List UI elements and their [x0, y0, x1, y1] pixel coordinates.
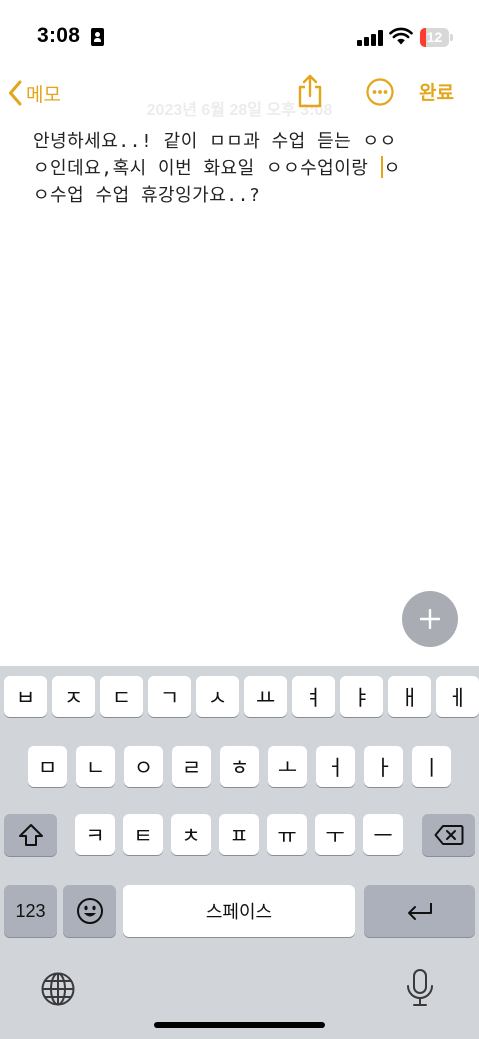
key-label: ㅗ — [277, 755, 298, 780]
key-label: ㅜ — [325, 823, 345, 848]
key-label: ㅎ — [229, 755, 250, 780]
note-text-area[interactable]: 안녕하세요..! 같이 ㅁㅁ과 수업 듣는 ㅇㅇ ㅇ인데요,혹시 이번 화요일 … — [33, 128, 453, 209]
key-5[interactable]: ㅅ — [196, 676, 239, 717]
key-label: ㅁ — [37, 755, 58, 780]
key-4[interactable]: ㄱ — [148, 676, 191, 717]
key-4[interactable]: ㄹ — [172, 746, 211, 787]
key-label: ㅏ — [373, 755, 394, 780]
key-1[interactable]: ㅁ — [28, 746, 67, 787]
key-label: ㅍ — [229, 823, 249, 848]
emoji-icon — [76, 898, 103, 924]
key-label: ㅔ — [447, 685, 468, 710]
emoji-key[interactable] — [63, 885, 116, 937]
key-8[interactable]: ㅑ — [340, 676, 383, 717]
add-button[interactable] — [402, 591, 458, 647]
status-bar: 3:08 12 — [0, 0, 479, 60]
key-1[interactable]: ㅋ — [75, 814, 115, 855]
key-label: ㅛ — [255, 685, 276, 710]
key-4[interactable]: ㅍ — [219, 814, 259, 855]
key-6[interactable]: ㅗ — [268, 746, 307, 787]
battery-indicator: 12 — [420, 28, 454, 47]
return-icon — [407, 903, 432, 920]
key-label: ㄷ — [111, 685, 132, 710]
keyboard: ㅂ ㅈ ㄷ ㄱ ㅅ ㅛ ㅕ ㅑ ㅐ ㅔ ㅁ ㄴ ㅇ ㄹ ㅎ ㅗ ㅓ ㅏ ㅣ ㅋ ㅌ ㅊ ㅍ ㅠ ㅜ ㅡ 123 스페이스 — [0, 666, 479, 1039]
key-7[interactable]: ㅓ — [316, 746, 355, 787]
key-label: ㅈ — [63, 685, 84, 710]
more-icon[interactable] — [366, 78, 394, 106]
text-caret — [380, 156, 383, 178]
key-label: ㅐ — [399, 685, 420, 710]
globe-icon[interactable] — [40, 971, 76, 1007]
key-label: ㅋ — [85, 823, 105, 848]
key-6[interactable]: ㅛ — [244, 676, 287, 717]
key-label: ㅂ — [15, 685, 36, 710]
key-label: ㅕ — [303, 685, 324, 710]
done-button[interactable]: 완료 — [419, 78, 454, 105]
key-10[interactable]: ㅔ — [436, 676, 479, 717]
key-label: ㅌ — [133, 823, 153, 848]
microphone-icon[interactable] — [405, 968, 435, 1008]
key-9[interactable]: ㅐ — [388, 676, 431, 717]
space-key-label: 스페이스 — [205, 902, 273, 922]
delete-icon — [434, 825, 463, 845]
key-7[interactable]: ㅕ — [292, 676, 335, 717]
key-label: ㅓ — [325, 755, 346, 780]
key-label: ㅅ — [207, 685, 228, 710]
key-label: ㅇ — [133, 755, 154, 780]
key-5[interactable]: ㅠ — [267, 814, 307, 855]
shift-icon — [18, 824, 43, 846]
key-2[interactable]: ㅈ — [52, 676, 95, 717]
key-3[interactable]: ㅊ — [171, 814, 211, 855]
key-9[interactable]: ㅣ — [412, 746, 451, 787]
key-label: ㅊ — [181, 823, 201, 848]
numbers-key-label: 123 — [15, 900, 46, 921]
key-label: ㅑ — [351, 685, 372, 710]
key-label: ㄹ — [181, 755, 202, 780]
wifi-icon — [389, 27, 413, 45]
battery-level: 12 — [426, 29, 443, 45]
key-2[interactable]: ㅌ — [123, 814, 163, 855]
share-icon[interactable] — [296, 74, 324, 108]
key-label: ㅠ — [277, 823, 297, 848]
space-key[interactable]: 스페이스 — [123, 885, 355, 937]
delete-key[interactable] — [422, 814, 475, 856]
key-8[interactable]: ㅏ — [364, 746, 403, 787]
return-key[interactable] — [364, 885, 475, 937]
note-line-text: ㅇ — [383, 158, 401, 179]
key-label: ㄴ — [85, 755, 106, 780]
key-label: ㄱ — [159, 685, 180, 710]
numbers-key[interactable]: 123 — [4, 885, 57, 937]
contact-card-icon — [91, 28, 104, 46]
key-1[interactable]: ㅂ — [4, 676, 47, 717]
status-time: 3:08 — [37, 24, 81, 47]
key-3[interactable]: ㄷ — [100, 676, 143, 717]
key-2[interactable]: ㄴ — [76, 746, 115, 787]
key-7[interactable]: ㅡ — [363, 814, 403, 855]
key-3[interactable]: ㅇ — [124, 746, 163, 787]
key-6[interactable]: ㅜ — [315, 814, 355, 855]
key-label: ㅣ — [421, 755, 442, 780]
shift-key[interactable] — [4, 814, 57, 856]
note-line: ㅇ수업 수업 휴강잉가요..? — [33, 185, 261, 206]
cellular-signal-icon — [357, 30, 383, 46]
plus-icon — [420, 609, 440, 629]
note-line: ㅇ인데요,혹시 이번 화요일 ㅇㅇ수업이랑 ㅇ — [33, 155, 453, 182]
key-5[interactable]: ㅎ — [220, 746, 259, 787]
note-date: 2023년 6월 28일 오후 3:08 — [146, 102, 333, 119]
note-line-text: ㅇ인데요,혹시 이번 화요일 ㅇㅇ수업이랑 — [33, 158, 380, 179]
home-indicator — [154, 1022, 325, 1028]
key-label: ㅡ — [373, 823, 393, 848]
note-line: 안녕하세요..! 같이 ㅁㅁ과 수업 듣는 ㅇㅇ — [33, 131, 397, 152]
